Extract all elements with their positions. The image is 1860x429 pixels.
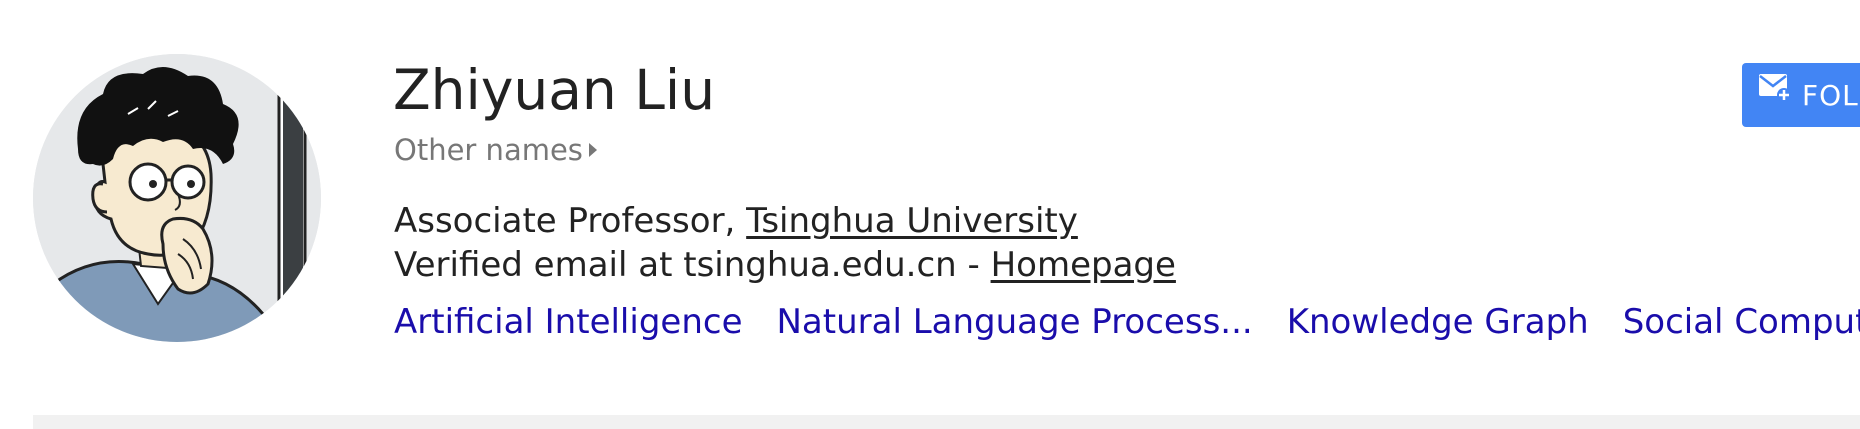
position-text: Associate Professor, [394, 201, 747, 241]
other-names-label: Other names [394, 133, 583, 167]
research-interests: Artificial Intelligence Natural Language … [394, 300, 1860, 344]
email-line: Verified email at tsinghua.edu.cn - Home… [394, 244, 1176, 286]
interest-link[interactable]: Social Computing [1623, 302, 1860, 342]
profile-avatar [33, 54, 321, 342]
email-plus-icon [1758, 61, 1792, 125]
follow-button[interactable]: FOLLOW [1742, 63, 1860, 127]
affiliation-link[interactable]: Tsinghua University [746, 201, 1078, 241]
homepage-link[interactable]: Homepage [991, 245, 1176, 285]
interest-link[interactable]: Knowledge Graph [1287, 302, 1589, 342]
interest-link[interactable]: Natural Language Process... [776, 302, 1252, 342]
verified-email-text: Verified email at tsinghua.edu.cn - [394, 245, 991, 285]
profile-name: Zhiyuan Liu [393, 58, 716, 122]
profile-header: Zhiyuan Liu Other names Associate Profes… [0, 0, 1860, 429]
caret-right-icon [588, 143, 597, 157]
follow-label: FOLLOW [1802, 79, 1860, 112]
interest-link[interactable]: Artificial Intelligence [394, 302, 742, 342]
content-divider [33, 415, 1860, 429]
affiliation-line: Associate Professor, Tsinghua University [394, 200, 1078, 242]
other-names-toggle[interactable]: Other names [394, 132, 597, 168]
